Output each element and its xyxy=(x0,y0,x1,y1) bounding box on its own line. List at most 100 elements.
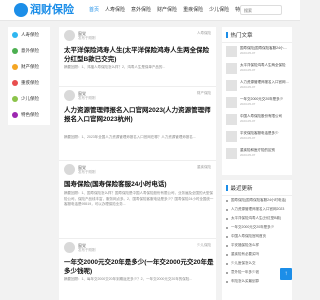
recent-article-item[interactable]: 一年交2000元交20年是多少 xyxy=(222,223,292,232)
article-card[interactable]: 窗党 发布于刚刚 少儿保险 一年交2000元交20年是多少(一年交2000元交2… xyxy=(59,239,216,300)
bullet-dot-icon xyxy=(226,244,228,247)
category-label: 人寿保险 xyxy=(21,32,39,37)
article-excerpt: 摘要回顾：1、国寿保险怎么样？国寿保险是中国人寿保险股份有限公司，业务遍及全国的… xyxy=(64,191,214,206)
category-label: 意外保险 xyxy=(21,48,39,53)
search-input[interactable] xyxy=(240,5,282,15)
accident-insurance-icon xyxy=(12,48,18,54)
critical-illness-icon xyxy=(12,80,18,86)
post-category[interactable]: 重疾保险 xyxy=(197,165,211,170)
category-item-life[interactable]: 人寿保险 xyxy=(8,27,50,43)
article-title[interactable]: 一年交2000元交20年是多少(一年交2000元交20年是多少钱呢) xyxy=(64,258,214,276)
article-title[interactable]: 太平洋保险鸿寿人生(太平洋保险鸿寿人生两全保险分红型B款已交完) xyxy=(64,46,214,64)
bullet-dot-icon xyxy=(226,280,228,283)
recent-article-item[interactable]: 国寿保险(国寿保险客服24小时电话) xyxy=(222,196,292,205)
nav-item-property[interactable]: 财产保险 xyxy=(154,0,180,21)
recent-article-title: 人力资源管理师报名入口官网2023 xyxy=(231,207,285,211)
nav-item-home[interactable]: 首页 xyxy=(86,0,102,21)
category-sidebar: 人寿保险 意外保险 财产保险 重疾保险 少儿保险 特色保险 xyxy=(8,27,50,125)
hot-article-item[interactable]: 中国人寿保险股份有限公司 2023-05-07 xyxy=(222,111,292,128)
recent-updates-panel: 最近更新 国寿保险(国寿保险客服24小时电话) 人力资源管理师报名入口官网202… xyxy=(222,180,292,300)
hot-article-item[interactable]: 人力资源管理师报名入口官网2023 2023-05-07 xyxy=(222,77,292,94)
recent-article-title: 少儿医保怎么交 xyxy=(231,261,256,265)
category-item-property[interactable]: 财产保险 xyxy=(8,59,50,75)
article-thumbnail xyxy=(226,97,237,108)
hot-article-item[interactable]: 国寿保险(国寿保险客服24小时电话) 2023-05-07 xyxy=(222,43,292,60)
hot-article-item[interactable]: 太平洋保险鸿寿人生两全保险 2023-05-07 xyxy=(222,60,292,77)
category-label: 特色保险 xyxy=(21,112,39,117)
category-item-special[interactable]: 特色保险 xyxy=(8,107,50,123)
children-insurance-icon xyxy=(12,96,18,102)
article-card[interactable]: 窗党 发布于刚刚 财产保险 人力资源管理师报名入口官网2023(人力资源管理师报… xyxy=(59,87,216,161)
author-info: 窗党 发布于刚刚 xyxy=(64,30,96,41)
article-card[interactable]: 窗党 发布于刚刚 人寿保险 太平洋保险鸿寿人生(太平洋保险鸿寿人生两全保险分红型… xyxy=(59,27,216,87)
category-label: 重疾保险 xyxy=(21,80,39,85)
panel-title: 最近更新 xyxy=(230,185,253,192)
hot-articles-panel: 热门文章 国寿保险(国寿保险客服24小时电话) 2023-05-07 太平洋保险鸿… xyxy=(222,27,292,175)
post-category[interactable]: 少儿保险 xyxy=(197,243,211,248)
site-logo[interactable]: 润财保险 xyxy=(14,2,74,18)
panel-header: 热门文章 xyxy=(222,27,292,43)
avatar xyxy=(64,164,75,175)
nav-item-critical[interactable]: 重疾保险 xyxy=(180,0,206,21)
hot-article-date: 2023-05-07 xyxy=(240,84,256,89)
article-title[interactable]: 国寿保险(国寿保险客服24小时电话) xyxy=(64,180,214,189)
bullet-dot-icon xyxy=(226,262,228,265)
post-category[interactable]: 人寿保险 xyxy=(197,31,211,36)
hot-article-date: 2023-05-07 xyxy=(240,152,256,157)
category-label: 财产保险 xyxy=(21,64,39,69)
category-label: 少儿保险 xyxy=(21,96,39,101)
article-list: 窗党 发布于刚刚 人寿保险 太平洋保险鸿寿人生(太平洋保险鸿寿人生两全保险分红型… xyxy=(59,27,216,300)
recent-article-item[interactable]: 平安福保险怎么样 xyxy=(222,241,292,250)
article-thumbnail xyxy=(226,80,237,91)
hot-article-item[interactable]: 重疾险和医疗险的区别 2023-05-07 xyxy=(222,145,292,162)
recent-article-title: 平安福保险怎么样 xyxy=(231,243,259,247)
nav-item-accident[interactable]: 意外保险 xyxy=(128,0,154,21)
post-date: 发布于刚刚 xyxy=(78,247,96,252)
author-info: 窗党 发布于刚刚 xyxy=(64,90,96,101)
recent-article-title: 国寿保险(国寿保险客服24小时电话) xyxy=(231,198,287,202)
category-item-critical[interactable]: 重疾保险 xyxy=(8,75,50,91)
category-item-accident[interactable]: 意外保险 xyxy=(8,43,50,59)
nav-item-life[interactable]: 人寿保险 xyxy=(102,0,128,21)
recent-article-item[interactable]: 少儿医保怎么交 xyxy=(222,259,292,268)
logo-text: 润财保险 xyxy=(30,4,74,16)
recent-article-item[interactable]: 重疾险有必要买吗 xyxy=(222,250,292,259)
article-thumbnail xyxy=(226,148,237,159)
bullet-dot-icon xyxy=(226,253,228,256)
hot-article-item[interactable]: 一年交2000元交20年是多少 2023-05-07 xyxy=(222,94,292,111)
panel-header: 最近更新 xyxy=(222,180,292,196)
post-date: 发布于刚刚 xyxy=(78,35,96,40)
recent-article-title: 太平洋保险鸿寿人生(分红型B款) xyxy=(231,216,282,220)
life-insurance-icon xyxy=(12,32,18,38)
hot-article-date: 2023-05-07 xyxy=(240,67,256,72)
article-excerpt: 摘要回顾：1、2023年全国人力资源管理师报名入口官网在哪？人力资源管理师报名.… xyxy=(64,135,196,139)
avatar xyxy=(64,242,75,253)
recent-article-title: 中国人寿保险官网首页 xyxy=(231,234,266,238)
recent-article-item[interactable]: 中国人寿保险官网首页 xyxy=(222,232,292,241)
post-date: 发布于刚刚 xyxy=(78,169,96,174)
hot-article-date: 2023-05-07 xyxy=(240,118,256,123)
hot-article-date: 2023-05-07 xyxy=(240,135,256,140)
bullet-dot-icon xyxy=(226,208,228,211)
back-to-top-button[interactable]: ↑ xyxy=(280,268,292,280)
post-date: 发布于刚刚 xyxy=(78,95,96,100)
author-info: 窗党 发布于刚刚 xyxy=(64,242,96,253)
bullet-dot-icon xyxy=(226,235,228,238)
author-info: 窗党 发布于刚刚 xyxy=(64,164,96,175)
property-insurance-icon xyxy=(12,64,18,70)
panel-title: 热门文章 xyxy=(230,32,253,39)
article-title[interactable]: 人力资源管理师报名入口官网2023(人力资源管理师报名入口官网2023杭州) xyxy=(64,106,214,124)
recent-article-title: 重疾险有必要买吗 xyxy=(231,252,259,256)
hot-article-item[interactable]: 平安保险客服电话是多少 2023-05-07 xyxy=(222,128,292,145)
accent-bar xyxy=(226,184,228,191)
top-bar: 润财保险 首页 人寿保险 意外保险 财产保险 重疾保险 少儿保险 特色保险 xyxy=(0,0,300,21)
post-category[interactable]: 财产保险 xyxy=(197,91,211,96)
nav-item-children[interactable]: 少儿保险 xyxy=(206,0,232,21)
article-excerpt: 摘要回顾：1、鸿福人寿保险怎么样？2、鸿寿人生是保单产品的... xyxy=(64,65,166,69)
recent-article-item[interactable]: 太平洋保险鸿寿人生(分红型B款) xyxy=(222,214,292,223)
article-thumbnail xyxy=(226,63,237,74)
recent-article-item[interactable]: 人力资源管理师报名入口官网2023 xyxy=(222,205,292,214)
article-card[interactable]: 窗党 发布于刚刚 重疾保险 国寿保险(国寿保险客服24小时电话) 摘要回顾：1、… xyxy=(59,161,216,239)
article-thumbnail xyxy=(226,46,237,57)
category-item-children[interactable]: 少儿保险 xyxy=(8,91,50,107)
